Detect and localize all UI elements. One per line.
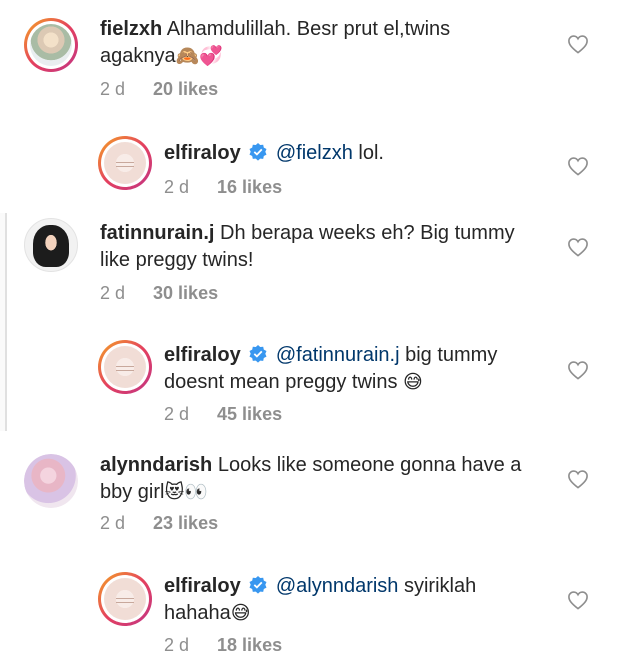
comment-text: fielzxh Alhamdulillah. Besr prut el,twin… [100, 16, 560, 70]
heart-outline-icon[interactable] [567, 34, 589, 54]
comment-text: elfiraloy @fielzxh lol. [164, 140, 564, 167]
avatar[interactable] [24, 454, 78, 508]
comment-username[interactable]: fielzxh [100, 18, 162, 40]
comment-body-continued: doesnt mean preggy twins [164, 371, 398, 393]
comment-body: Alhamdulillah. Besr prut el,twins [166, 18, 451, 40]
comment-time[interactable]: 2 d [164, 404, 189, 424]
comment-time[interactable]: 2 d [164, 177, 189, 197]
avatar[interactable] [98, 136, 152, 190]
heart-outline-icon[interactable] [567, 237, 589, 257]
comment-time[interactable]: 2 d [100, 283, 125, 303]
verified-badge-icon [249, 576, 267, 594]
emoji: 🙈💞 [175, 45, 223, 67]
heart-outline-icon[interactable] [567, 360, 589, 380]
thread-divider [0, 213, 7, 431]
comment-body: syiriklah [403, 575, 477, 597]
comment-time[interactable]: 2 d [100, 79, 125, 99]
comment-body: Dh berapa weeks eh? Big tummy [220, 222, 515, 244]
comment-text: fatinnurain.j Dh berapa weeks eh? Big tu… [100, 220, 560, 274]
comment-text: alynndarish Looks like someone gonna hav… [100, 452, 560, 506]
comment-text: elfiraloy @fatinnurain.j big tummy doesn… [164, 342, 564, 396]
comment-username[interactable]: elfiraloy [164, 344, 241, 366]
heart-outline-icon[interactable] [567, 156, 589, 176]
avatar[interactable] [98, 340, 152, 394]
heart-outline-icon[interactable] [567, 469, 589, 489]
comment-meta: 2 d 45 likes [164, 403, 282, 425]
comment-body-continued: like preggy twins! [100, 249, 254, 271]
mention-link[interactable]: @alynndarish [276, 575, 399, 597]
comment-username[interactable]: elfiraloy [164, 575, 241, 597]
comment-likes[interactable]: 30 likes [153, 283, 218, 303]
comment-likes[interactable]: 45 likes [217, 404, 282, 424]
comment-likes[interactable]: 20 likes [153, 79, 218, 99]
verified-badge-icon [249, 143, 267, 161]
comment-time[interactable]: 2 d [164, 635, 189, 655]
avatar[interactable] [24, 18, 78, 72]
avatar[interactable] [98, 572, 152, 626]
comment-meta: 2 d 18 likes [164, 634, 282, 656]
comment-username[interactable]: fatinnurain.j [100, 222, 214, 244]
comment-meta: 2 d 20 likes [100, 78, 218, 100]
comment-likes[interactable]: 16 likes [217, 177, 282, 197]
comment-body: lol. [358, 142, 384, 164]
comment-body-continued: hahaha [164, 602, 231, 624]
emoji: 😅 [230, 602, 251, 624]
comment-username[interactable]: elfiraloy [164, 142, 241, 164]
comment-username[interactable]: alynndarish [100, 454, 212, 476]
verified-badge-icon [249, 345, 267, 363]
comment-likes[interactable]: 23 likes [153, 513, 218, 533]
comment-meta: 2 d 23 likes [100, 512, 218, 534]
mention-link[interactable]: @fielzxh [276, 142, 353, 164]
comment-body-continued: bby girl [100, 481, 165, 503]
heart-outline-icon[interactable] [567, 590, 589, 610]
emoji: 😻👀 [164, 481, 208, 503]
emoji: 😅 [403, 371, 423, 393]
comment-body-continued: agaknya [100, 45, 176, 67]
comment-meta: 2 d 30 likes [100, 282, 218, 304]
comment-time[interactable]: 2 d [100, 513, 125, 533]
comment-meta: 2 d 16 likes [164, 176, 282, 198]
comment-text: elfiraloy @alynndarish syiriklah hahaha😅 [164, 573, 564, 627]
comment-likes[interactable]: 18 likes [217, 635, 282, 655]
mention-link[interactable]: @fatinnurain.j [276, 344, 400, 366]
comment-body: Looks like someone gonna have a [217, 454, 522, 476]
avatar[interactable] [24, 218, 78, 272]
comment-body: big tummy [405, 344, 498, 366]
